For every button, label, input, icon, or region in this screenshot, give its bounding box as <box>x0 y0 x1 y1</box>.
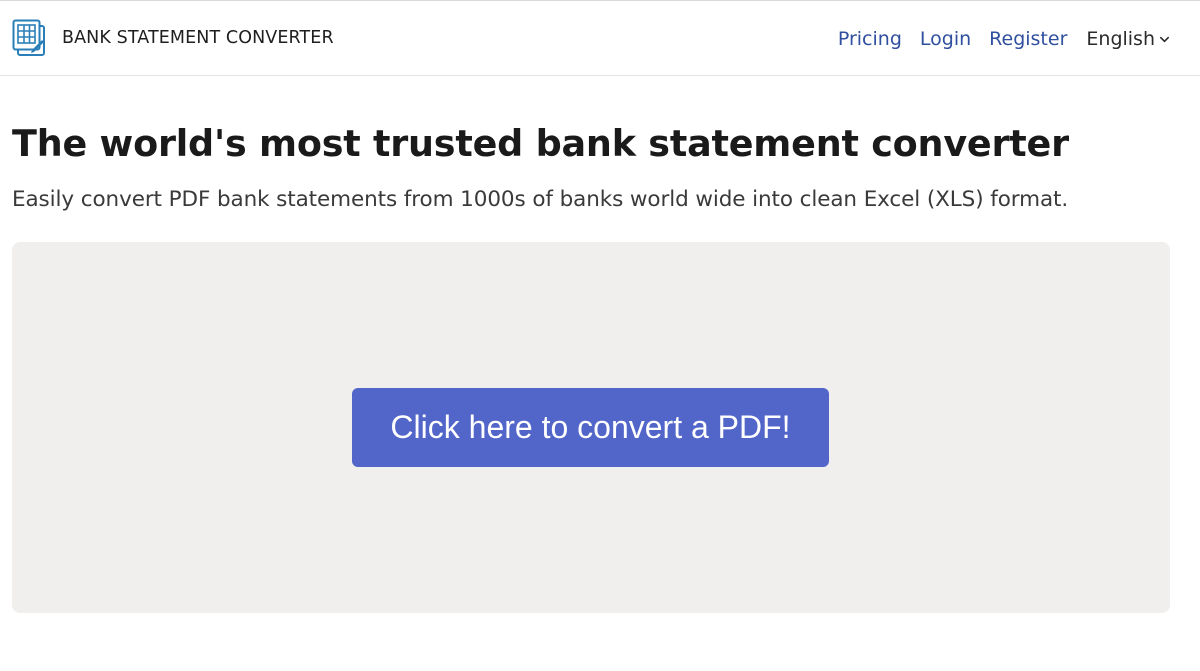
nav-links: Pricing Login Register English <box>838 25 1170 53</box>
brand-link[interactable]: BANK STATEMENT CONVERTER <box>12 19 334 57</box>
page-subtitle: Easily convert PDF bank statements from … <box>12 187 1069 212</box>
brand-name: BANK STATEMENT CONVERTER <box>62 28 334 48</box>
upload-drop-zone[interactable]: Click here to convert a PDF! <box>12 242 1170 613</box>
spreadsheet-document-icon <box>12 19 45 56</box>
nav-register-link[interactable]: Register <box>989 28 1067 50</box>
language-label: English <box>1086 28 1155 50</box>
language-selector[interactable]: English <box>1086 28 1170 50</box>
page-title: The world's most trusted bank statement … <box>12 122 1069 165</box>
nav-login-link[interactable]: Login <box>920 28 971 50</box>
chevron-down-icon <box>1160 36 1169 42</box>
navbar: BANK STATEMENT CONVERTER Pricing Login R… <box>0 1 1200 76</box>
convert-pdf-button[interactable]: Click here to convert a PDF! <box>352 388 829 467</box>
page: BANK STATEMENT CONVERTER Pricing Login R… <box>0 0 1200 671</box>
nav-pricing-link[interactable]: Pricing <box>838 28 902 50</box>
